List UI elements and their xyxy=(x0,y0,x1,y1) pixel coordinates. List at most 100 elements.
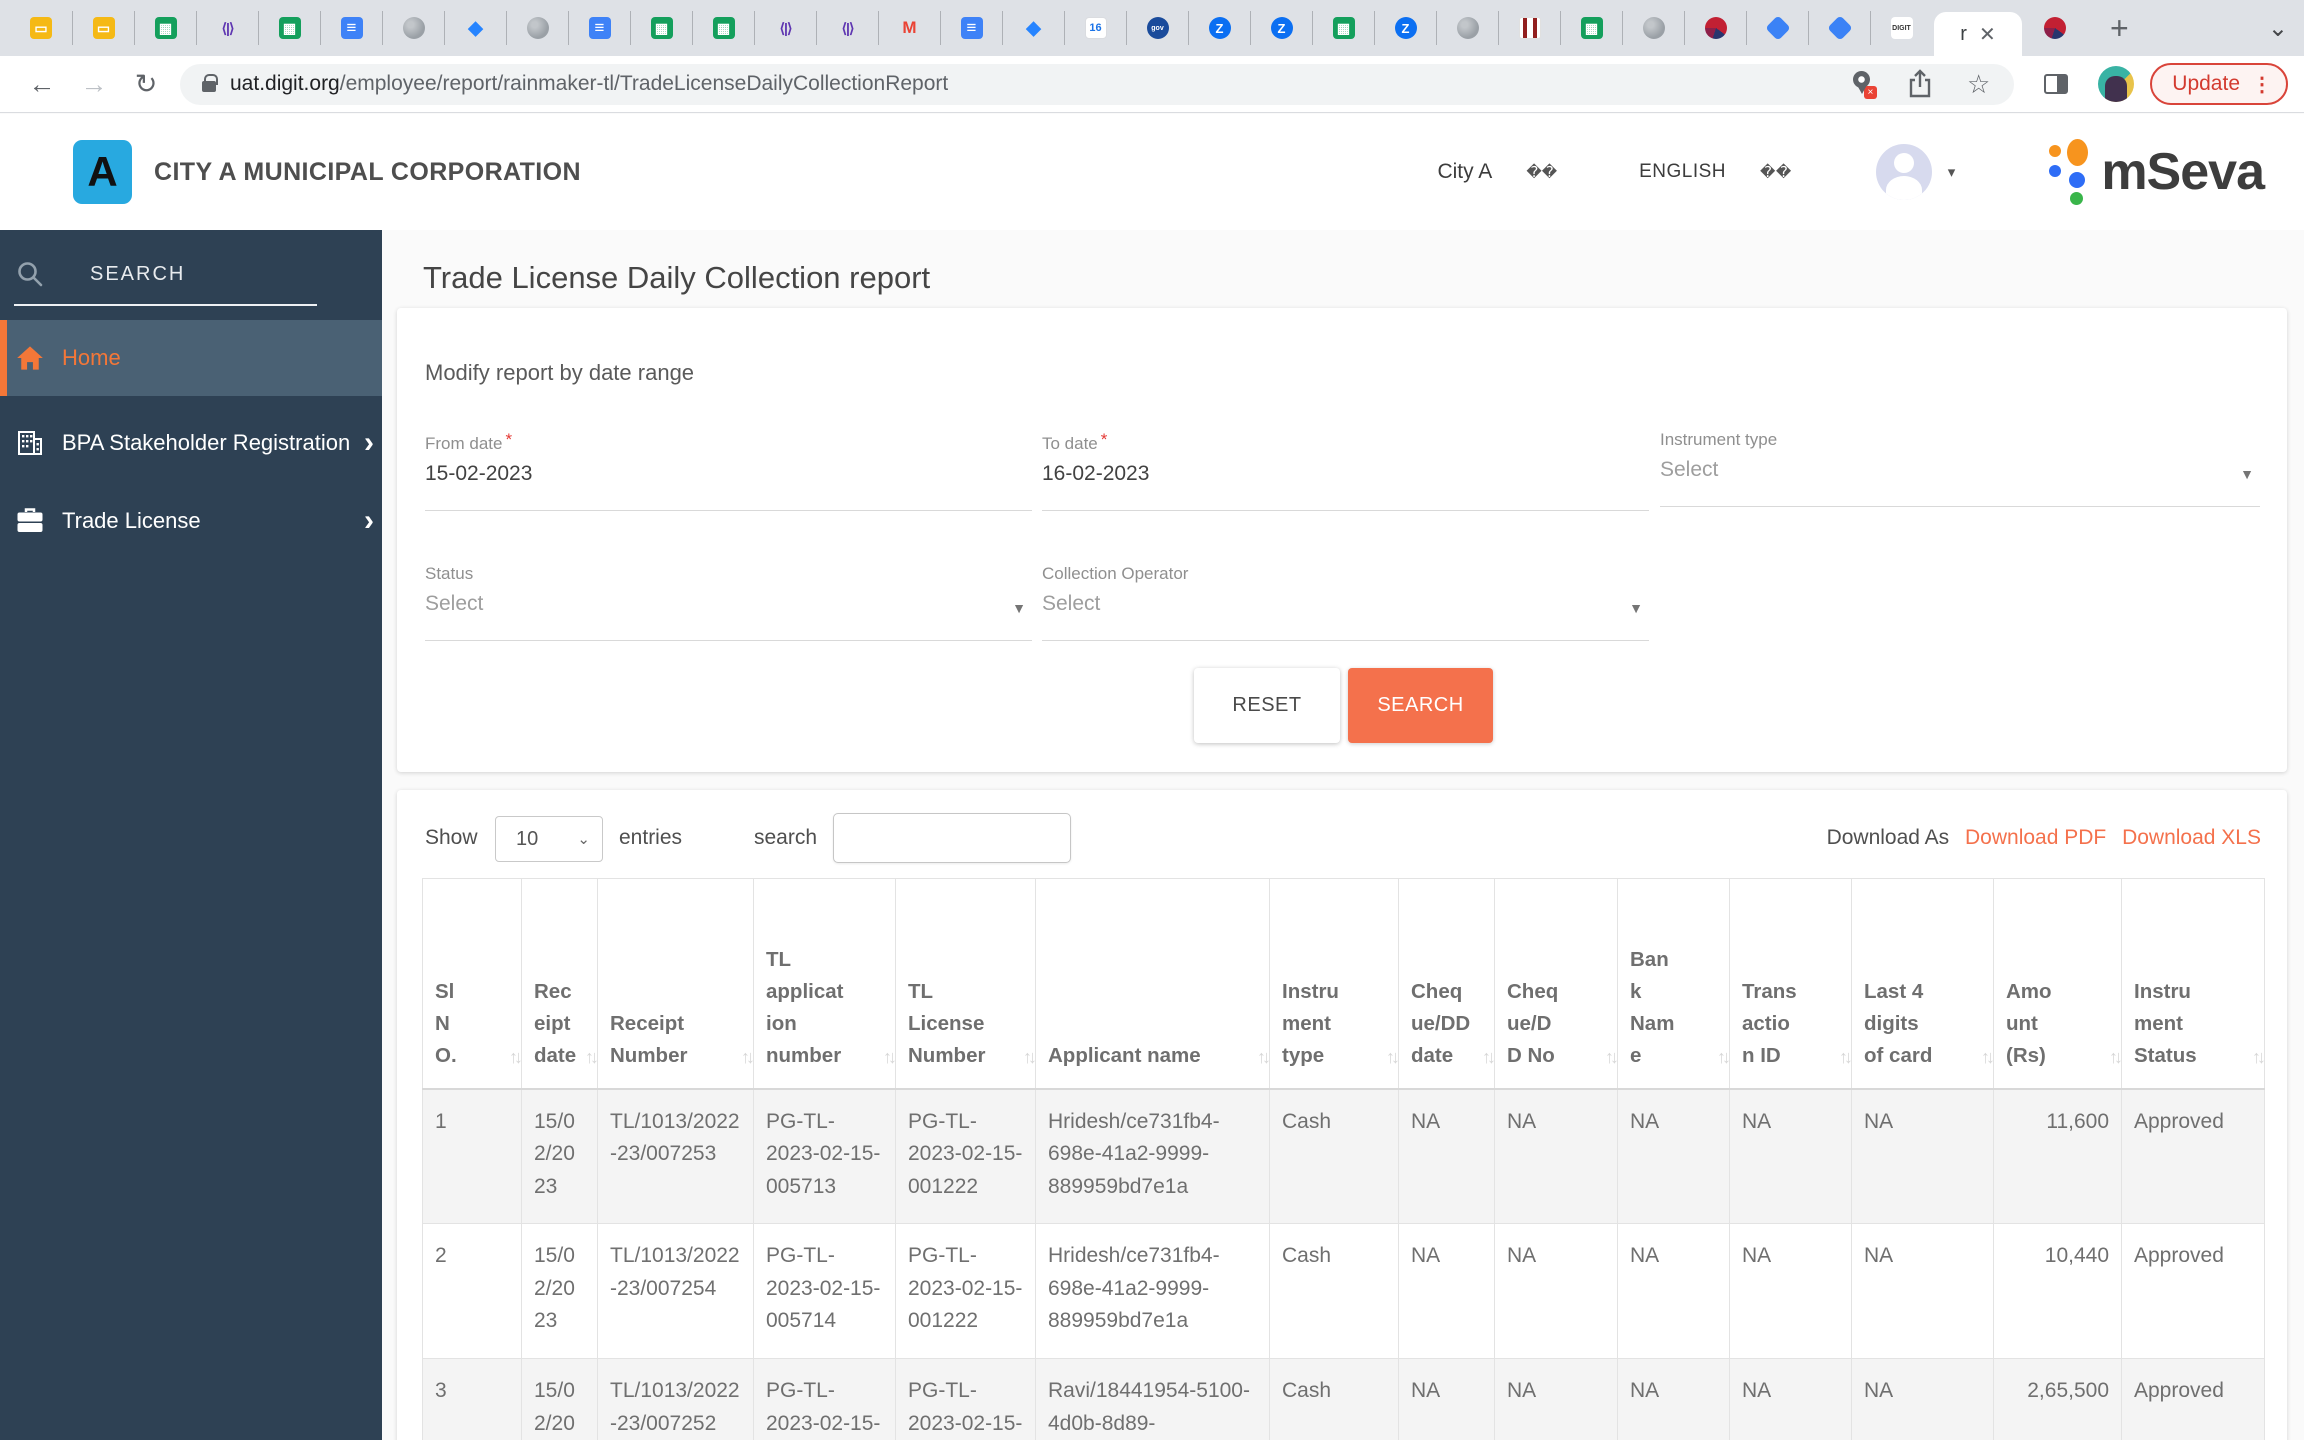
column-header-sl_no[interactable]: Sl N O.↑↓ xyxy=(423,879,522,1089)
from-date-value[interactable]: 15-02-2023 xyxy=(425,462,1032,486)
column-header-bank_name[interactable]: Ban k Nam e↑↓ xyxy=(1618,879,1730,1089)
pinned-tab[interactable] xyxy=(692,11,754,45)
sort-icon[interactable]: ↑↓ xyxy=(883,1044,893,1072)
pinned-tab[interactable] xyxy=(258,11,320,45)
pinned-tab[interactable] xyxy=(816,11,878,45)
user-avatar[interactable] xyxy=(1876,144,1932,200)
url-bar[interactable]: uat.digit.org/employee/report/rainmaker-… xyxy=(180,64,2014,105)
sort-icon[interactable]: ↑↓ xyxy=(1386,1044,1396,1072)
column-header-amount_rs[interactable]: Amo unt (Rs)↑↓ xyxy=(1994,879,2122,1089)
pinned-tab[interactable] xyxy=(1374,11,1436,45)
pinned-tab[interactable] xyxy=(1188,11,1250,45)
instrument-type-value[interactable]: Select xyxy=(1660,458,2260,482)
pinned-tab[interactable] xyxy=(1312,11,1374,45)
reload-icon[interactable]: ↻ xyxy=(120,69,172,100)
column-header-cheque_dd_date[interactable]: Cheq ue/DD date↑↓ xyxy=(1399,879,1495,1089)
pinned-tab[interactable] xyxy=(506,11,568,45)
tab-overflow-icon[interactable]: ⌄ xyxy=(2268,14,2288,43)
lock-icon[interactable] xyxy=(202,81,216,92)
sort-icon[interactable]: ↑↓ xyxy=(741,1044,751,1072)
status-value[interactable]: Select xyxy=(425,592,1032,616)
sidebar-search[interactable]: SEARCH xyxy=(0,230,382,288)
sort-icon[interactable]: ↑↓ xyxy=(2109,1044,2119,1072)
sidebar-item-trade-license[interactable]: Trade License › xyxy=(0,486,382,556)
pinned-tab[interactable] xyxy=(10,11,72,45)
pinned-tab[interactable] xyxy=(940,11,1002,45)
language-dropdown[interactable]: ENGLISH �� xyxy=(1639,161,1792,183)
pinned-tab[interactable] xyxy=(1870,11,1932,45)
reset-button[interactable]: RESET xyxy=(1194,668,1340,743)
column-header-cheque_dd_no[interactable]: Cheq ue/D D No↑↓ xyxy=(1495,879,1618,1089)
pinned-tab[interactable] xyxy=(1684,11,1746,45)
pinned-tab[interactable] xyxy=(1126,11,1188,45)
status-select[interactable]: Status Select ▼ xyxy=(425,564,1032,641)
pinned-tab[interactable] xyxy=(382,11,444,45)
column-header-transaction_id[interactable]: Trans actio n ID↑↓ xyxy=(1730,879,1852,1089)
pinned-tab[interactable] xyxy=(1064,11,1126,45)
pinned-tab[interactable] xyxy=(1002,11,1064,45)
pinned-tab[interactable] xyxy=(134,11,196,45)
back-icon[interactable]: ← xyxy=(16,69,68,100)
sort-icon[interactable]: ↑↓ xyxy=(1605,1044,1615,1072)
pinned-tab[interactable] xyxy=(568,11,630,45)
pinned-tab[interactable] xyxy=(1746,11,1808,45)
from-date-field[interactable]: From date* 15-02-2023 xyxy=(425,430,1032,511)
column-header-applicant_name[interactable]: Applicant name↑↓ xyxy=(1036,879,1270,1089)
pinned-tab[interactable] xyxy=(754,11,816,45)
pinned-tab[interactable] xyxy=(444,11,506,45)
download-xls-link[interactable]: Download XLS xyxy=(2122,826,2261,849)
share-icon[interactable] xyxy=(1907,69,1933,99)
to-date-value[interactable]: 16-02-2023 xyxy=(1042,462,1649,486)
download-pdf-link[interactable]: Download PDF xyxy=(1965,826,2106,849)
forward-icon[interactable]: → xyxy=(68,69,120,100)
pinned-tab[interactable] xyxy=(320,11,382,45)
browser-profile-avatar[interactable] xyxy=(2098,66,2134,102)
pinned-tab[interactable] xyxy=(878,11,940,45)
pinned-tab[interactable] xyxy=(1250,11,1312,45)
search-button[interactable]: SEARCH xyxy=(1348,668,1493,743)
sort-icon[interactable]: ↑↓ xyxy=(1839,1044,1849,1072)
tab-close-icon[interactable]: ✕ xyxy=(1979,22,1996,47)
pinned-tab[interactable] xyxy=(1560,11,1622,45)
url-text[interactable]: uat.digit.org/employee/report/rainmaker-… xyxy=(230,72,948,96)
collection-operator-value[interactable]: Select xyxy=(1042,592,1649,616)
sidebar-item-home[interactable]: Home xyxy=(0,320,382,396)
column-header-tl_application_number[interactable]: TL applicat ion number↑↓ xyxy=(754,879,896,1089)
to-date-field[interactable]: To date* 16-02-2023 xyxy=(1042,430,1649,511)
chrome-update-button[interactable]: Update ⋮ xyxy=(2150,63,2288,105)
column-header-instrument_type[interactable]: Instru ment type↑↓ xyxy=(1270,879,1399,1089)
pinned-tab[interactable] xyxy=(1808,11,1870,45)
browser-menu-icon[interactable]: ⋮ xyxy=(2252,72,2272,97)
sort-icon[interactable]: ↑↓ xyxy=(1482,1044,1492,1072)
pinned-tab[interactable] xyxy=(2024,11,2086,45)
city-dropdown[interactable]: City A �� xyxy=(1437,160,1557,184)
new-tab-button[interactable]: + xyxy=(2100,10,2139,47)
pinned-tab[interactable] xyxy=(72,11,134,45)
column-header-receipt_number[interactable]: Receipt Number↑↓ xyxy=(598,879,754,1089)
sort-icon[interactable]: ↑↓ xyxy=(1981,1044,1991,1072)
pinned-tab[interactable] xyxy=(1498,11,1560,45)
table-search-input[interactable] xyxy=(833,813,1071,863)
page-size-select[interactable]: 10 ⌄ xyxy=(495,816,603,862)
collection-operator-select[interactable]: Collection Operator Select ▼ xyxy=(1042,564,1649,641)
pinned-tab[interactable] xyxy=(630,11,692,45)
sort-icon[interactable]: ↑↓ xyxy=(2252,1044,2262,1072)
column-header-tl_license_number[interactable]: TL License Number↑↓ xyxy=(896,879,1036,1089)
sort-icon[interactable]: ↑↓ xyxy=(585,1044,595,1072)
sort-icon[interactable]: ↑↓ xyxy=(1023,1044,1033,1072)
user-menu[interactable]: ▾ xyxy=(1876,144,1956,200)
column-header-receipt_date[interactable]: Rec eipt date↑↓ xyxy=(522,879,598,1089)
sort-icon[interactable]: ↑↓ xyxy=(1717,1044,1727,1072)
bookmark-star-icon[interactable]: ☆ xyxy=(1967,69,1990,100)
sort-icon[interactable]: ↑↓ xyxy=(509,1044,519,1072)
instrument-type-select[interactable]: Instrument type Select ▼ xyxy=(1660,430,2260,507)
pinned-tab[interactable] xyxy=(196,11,258,45)
sidebar-item-bpa-stakeholder-registration[interactable]: BPA Stakeholder Registration › xyxy=(0,408,382,478)
sort-icon[interactable]: ↑↓ xyxy=(1257,1044,1267,1072)
side-panel-icon[interactable] xyxy=(2044,74,2068,94)
location-blocked-icon[interactable]: × xyxy=(1851,70,1873,98)
column-header-last4_card[interactable]: Last 4 digits of card↑↓ xyxy=(1852,879,1994,1089)
column-header-instrument_status[interactable]: Instru ment Status↑↓ xyxy=(2122,879,2265,1089)
pinned-tab[interactable] xyxy=(1436,11,1498,45)
pinned-tab[interactable] xyxy=(1622,11,1684,45)
